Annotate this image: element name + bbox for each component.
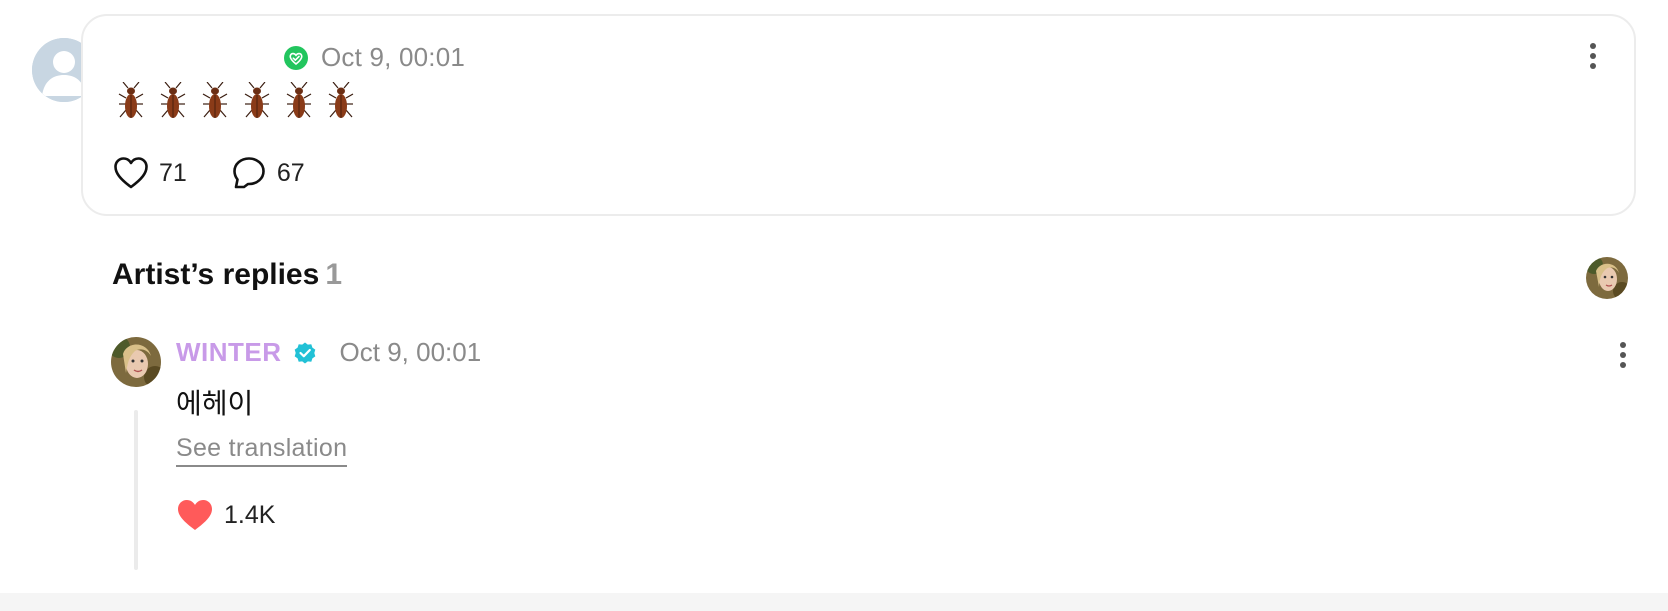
reply-more-icon[interactable] [1618, 341, 1628, 369]
reply-like-count: 1.4K [224, 500, 276, 529]
post-timestamp: Oct 9, 00:01 [321, 42, 466, 72]
thread-line [134, 410, 138, 570]
cockroach-emoji [201, 81, 229, 122]
reply-text: 에헤이 [176, 387, 254, 420]
cockroach-emoji [285, 81, 313, 122]
reply-like-button[interactable]: 1.4K [176, 498, 275, 532]
comment-bubble-icon [233, 157, 265, 189]
cockroach-emoji [117, 81, 145, 122]
verified-heart-icon [283, 45, 309, 71]
reply-timestamp: Oct 9, 00:01 [339, 337, 482, 367]
bottom-divider [0, 593, 1668, 611]
reply-meta: WINTER Oct 9, 00:01 [176, 337, 481, 368]
post-card: Oct 9, 00:01 71 67 [81, 14, 1636, 216]
cockroach-emoji [327, 81, 355, 122]
heart-filled-icon [178, 500, 212, 530]
artist-replies-title: Artist’s replies [112, 258, 320, 291]
post-meta: Oct 9, 00:01 [283, 42, 465, 73]
post-more-icon[interactable] [1588, 42, 1598, 70]
like-button[interactable]: 71 [113, 156, 187, 190]
reply-author-name[interactable]: WINTER [176, 337, 282, 368]
cockroach-emoji [159, 81, 187, 122]
reply-author-avatar[interactable] [111, 337, 161, 387]
comment-count: 67 [276, 158, 305, 187]
post-actions: 71 67 [113, 156, 305, 190]
cockroach-emoji [243, 81, 271, 122]
comment-button[interactable]: 67 [231, 156, 305, 190]
artist-avatar-small[interactable] [1586, 257, 1628, 299]
artist-replies-heading: Artist’s replies 1 [112, 258, 342, 292]
see-translation-link[interactable]: See translation [176, 434, 348, 467]
verified-check-icon [292, 340, 318, 366]
post-content [117, 81, 355, 122]
page: Oct 9, 00:01 71 67 Artist’s replies 1 WI… [0, 0, 1668, 611]
artist-replies-count: 1 [325, 258, 342, 291]
heart-outline-icon [114, 157, 148, 189]
like-count: 71 [159, 158, 187, 187]
